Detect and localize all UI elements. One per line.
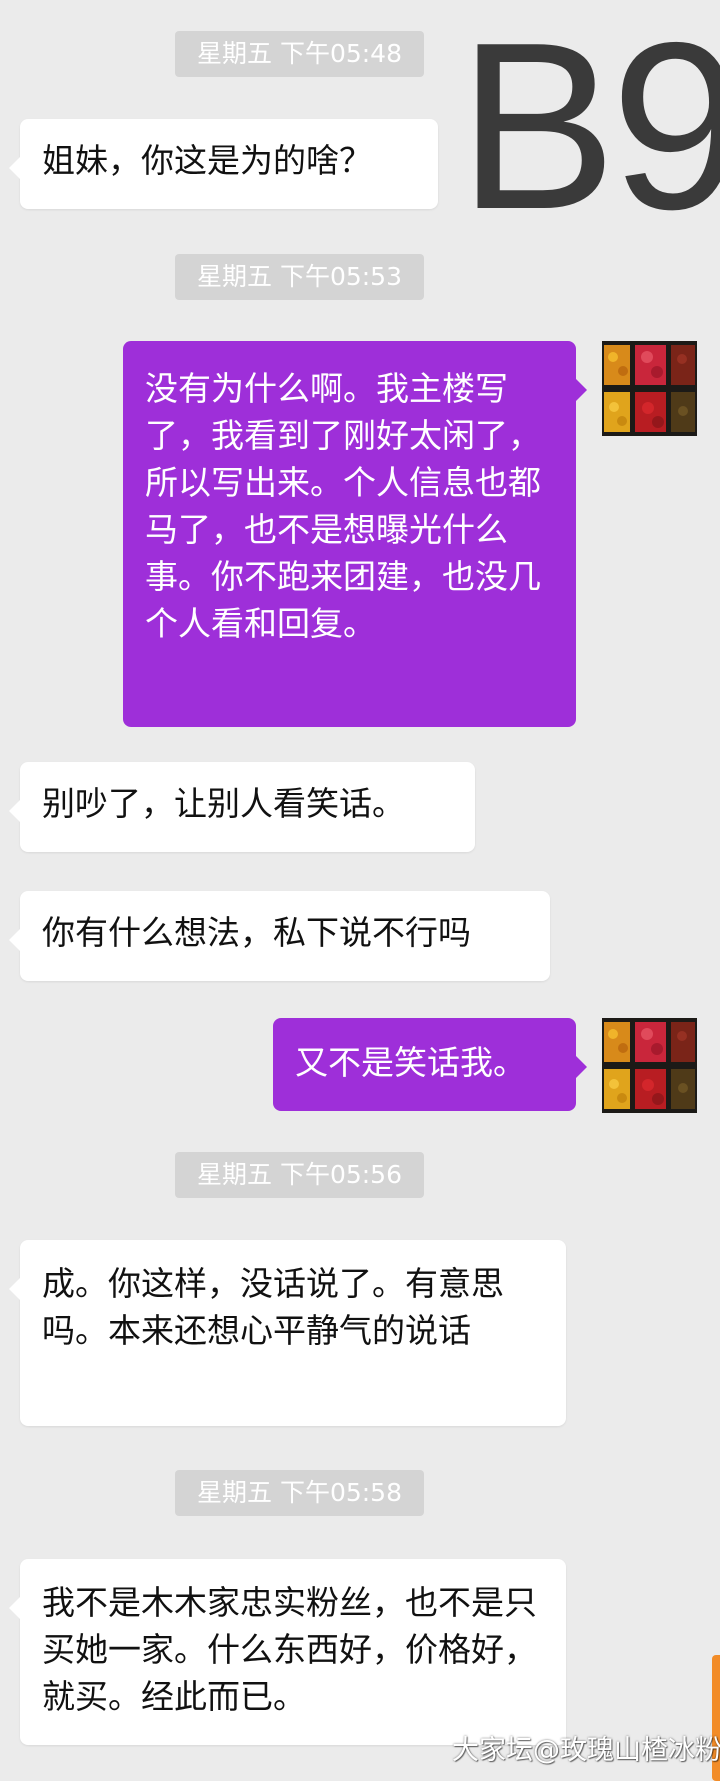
- chat-timestamp: 星期五 下午05:58: [175, 1470, 424, 1516]
- fruit-avatar-icon: [602, 1018, 697, 1113]
- chat-timestamp: 星期五 下午05:53: [175, 254, 424, 300]
- large-watermark: B9: [458, 0, 720, 259]
- incoming-message[interactable]: 别吵了，让别人看笑话。: [9, 762, 475, 852]
- fruit-avatar-icon: [602, 341, 697, 436]
- chat-timestamp: 星期五 下午05:48: [175, 31, 424, 77]
- incoming-message[interactable]: 成。你这样，没话说了。有意思吗。本来还想心平静气的说话: [9, 1240, 566, 1426]
- user-avatar[interactable]: [602, 341, 697, 436]
- chat-timestamp: 星期五 下午05:56: [175, 1152, 424, 1198]
- user-avatar[interactable]: [602, 1018, 697, 1113]
- incoming-message[interactable]: 我不是木木家忠实粉丝，也不是只买她一家。什么东西好，价格好，就买。经此而已。: [9, 1559, 566, 1745]
- incoming-message[interactable]: 你有什么想法，私下说不行吗: [9, 891, 550, 981]
- incoming-message[interactable]: 姐妹，你这是为的啥？: [9, 119, 438, 209]
- outgoing-message[interactable]: 又不是笑话我。: [273, 1018, 587, 1111]
- outgoing-message[interactable]: 没有为什么啊。我主楼写了，我看到了刚好太闲了，所以写出来。个人信息也都马了，也不…: [123, 341, 587, 727]
- footer-watermark: 大家坛@玫瑰山楂冰粉: [452, 1735, 720, 1766]
